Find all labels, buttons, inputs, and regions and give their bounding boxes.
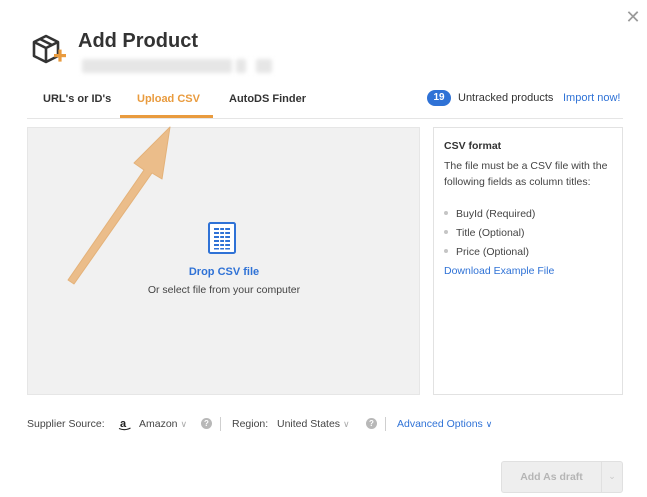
tab-urls-ids[interactable]: URL's or ID's [43, 93, 111, 105]
chevron-down-icon: ∨ [342, 419, 350, 429]
amazon-logo-icon: a [118, 418, 131, 431]
region-value: United States [277, 418, 341, 430]
annotation-arrow-icon [67, 126, 171, 285]
untracked-count-badge: 19 [427, 90, 451, 106]
chevron-down-icon: ⌄ [608, 471, 616, 481]
dialog-title: Add Product [78, 30, 198, 52]
download-example-link[interactable]: Download Example File [444, 265, 554, 277]
divider [385, 417, 386, 431]
divider [220, 417, 221, 431]
chevron-down-icon: ∨ [180, 419, 188, 429]
csv-field-label: Price (Optional) [456, 246, 529, 258]
redacted-subtitle-part [256, 59, 272, 73]
redacted-subtitle [82, 59, 232, 73]
region-help-icon[interactable]: ? [366, 418, 377, 429]
svg-text:a: a [120, 418, 127, 430]
csv-field-label: BuyId (Required) [456, 208, 536, 220]
csv-field-item: Price (Optional) [444, 246, 529, 258]
supplier-label: Supplier Source: [27, 418, 105, 430]
tab-upload-csv[interactable]: Upload CSV [137, 93, 200, 105]
csv-format-panel: CSV format The file must be a CSV file w… [433, 127, 623, 395]
region-label: Region: [232, 418, 269, 430]
csv-field-item: Title (Optional) [444, 227, 524, 239]
supplier-help-icon[interactable]: ? [201, 418, 212, 429]
draft-options-dropdown[interactable]: ⌄ [601, 461, 623, 493]
redacted-subtitle-part [236, 59, 246, 73]
csv-format-description: The file must be a CSV file with the fol… [444, 160, 608, 188]
csv-format-title: CSV format [444, 140, 502, 152]
untracked-label: Untracked products [458, 92, 554, 104]
tab-autods-finder[interactable]: AutoDS Finder [229, 93, 306, 105]
add-as-draft-button[interactable]: Add As draft [501, 461, 601, 493]
bullet-icon [444, 249, 448, 254]
advanced-options-toggle[interactable]: Advanced Options ∨ [397, 417, 492, 431]
close-icon[interactable]: ✕ [624, 8, 642, 26]
region-select[interactable]: United States ∨ [277, 417, 350, 431]
advanced-options-label: Advanced Options [397, 418, 483, 430]
box-plus-icon [32, 34, 66, 64]
csv-file-icon [208, 222, 236, 254]
csv-field-label: Title (Optional) [456, 227, 525, 239]
supplier-select[interactable]: Amazon ∨ [139, 417, 187, 431]
chevron-down-icon: ∨ [485, 419, 493, 429]
import-now-link[interactable]: Import now! [563, 92, 620, 104]
bullet-icon [444, 211, 448, 216]
bullet-icon [444, 230, 448, 235]
csv-field-item: BuyId (Required) [444, 208, 535, 220]
supplier-value: Amazon [139, 418, 178, 430]
